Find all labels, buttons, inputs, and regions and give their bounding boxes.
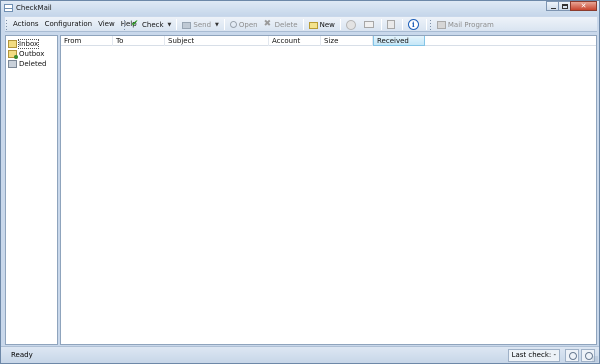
outbox-icon	[8, 50, 18, 59]
send-button[interactable]: Send ▼	[179, 18, 222, 31]
toolbar-separator	[380, 19, 382, 30]
folder-item-outbox[interactable]: Outbox	[6, 49, 57, 59]
forward-button[interactable]	[361, 18, 379, 31]
check-label: Check	[142, 20, 164, 29]
folder-label: Inbox	[17, 39, 40, 49]
close-button[interactable]: ✕	[570, 1, 597, 11]
refresh-status-icon[interactable]	[565, 348, 579, 362]
inbox-icon	[8, 40, 17, 48]
document-icon	[386, 20, 395, 29]
properties-button[interactable]	[384, 18, 400, 31]
new-mail-icon	[308, 21, 318, 29]
app-icon	[4, 4, 13, 12]
status-right-group: Last check: -	[507, 348, 595, 362]
toolbar-separator	[425, 19, 427, 30]
send-dropdown-icon[interactable]: ▼	[215, 22, 219, 28]
column-header-subject[interactable]: Subject	[165, 36, 269, 46]
status-text: Ready	[11, 351, 33, 359]
toolbar-separator	[302, 19, 304, 30]
menu-view[interactable]: View	[95, 18, 118, 31]
message-list[interactable]: From To Subject Account Size Received	[60, 35, 597, 345]
reply-icon	[345, 19, 356, 30]
open-button[interactable]: Open	[227, 18, 261, 31]
delete-button[interactable]: ✖ Delete	[261, 18, 301, 31]
check-dropdown-icon[interactable]: ▼	[168, 22, 172, 28]
reply-button[interactable]	[343, 18, 361, 31]
main-window: CheckMail ✕ Actions Configuration View H…	[0, 0, 600, 364]
envelope-icon	[363, 21, 374, 28]
column-header-to[interactable]: To	[113, 36, 165, 46]
mail-program-button[interactable]: Mail Program	[434, 18, 497, 31]
menu-actions[interactable]: Actions	[10, 18, 42, 31]
status-bar: Ready Last check: -	[1, 346, 599, 363]
send-label: Send	[193, 20, 212, 29]
close-icon: ✕	[580, 2, 587, 10]
mail-program-label: Mail Program	[447, 20, 494, 29]
maximize-icon	[562, 4, 568, 9]
delete-x-icon: ✖	[263, 19, 272, 29]
column-header-from[interactable]: From	[61, 36, 113, 46]
toolbar-separator	[339, 19, 341, 30]
send-icon	[182, 21, 192, 29]
mail-program-icon	[436, 20, 446, 29]
last-check-indicator: Last check: -	[507, 348, 560, 362]
menu-configuration[interactable]: Configuration	[42, 18, 95, 31]
toolbar-separator	[223, 19, 225, 30]
column-header-received[interactable]: Received	[373, 36, 425, 46]
resize-grip[interactable]	[592, 356, 598, 362]
column-header-size[interactable]: Size	[321, 36, 373, 46]
column-header-account[interactable]: Account	[269, 36, 321, 46]
new-button[interactable]: New	[306, 18, 338, 31]
toolbar-separator	[176, 19, 178, 30]
toolbar-grip-2[interactable]	[428, 19, 432, 30]
folder-tree[interactable]: Inbox Outbox Deleted	[5, 35, 58, 345]
new-label: New	[319, 20, 335, 29]
message-list-header: From To Subject Account Size Received	[61, 36, 596, 46]
open-label: Open	[238, 20, 258, 29]
window-controls: ✕	[546, 1, 597, 14]
menu-bar: Actions Configuration View Help	[5, 18, 140, 31]
delete-label: Delete	[274, 20, 298, 29]
checkmark-icon: ✔	[131, 19, 139, 29]
check-button[interactable]: ✔ Check ▼	[128, 18, 174, 31]
window-title: CheckMail	[16, 4, 52, 12]
info-icon: i	[407, 19, 419, 30]
menu-grip[interactable]	[5, 19, 8, 30]
magnifier-icon	[229, 21, 237, 28]
deleted-icon	[8, 60, 17, 68]
minimize-icon	[551, 8, 556, 9]
folder-item-inbox[interactable]: Inbox	[6, 39, 57, 49]
folder-label: Deleted	[19, 60, 47, 68]
folder-item-deleted[interactable]: Deleted	[6, 59, 57, 69]
info-button[interactable]: i	[405, 18, 424, 31]
main-toolbar: ✔ Check ▼ Send ▼ Open ✖ Delete New i Mai…	[123, 18, 497, 31]
toolbar-grip[interactable]	[123, 19, 126, 30]
toolstrip: Actions Configuration View Help ✔ Check …	[5, 17, 597, 32]
toolbar-separator	[401, 19, 403, 30]
title-bar: CheckMail ✕	[1, 1, 599, 16]
folder-label: Outbox	[19, 50, 45, 58]
